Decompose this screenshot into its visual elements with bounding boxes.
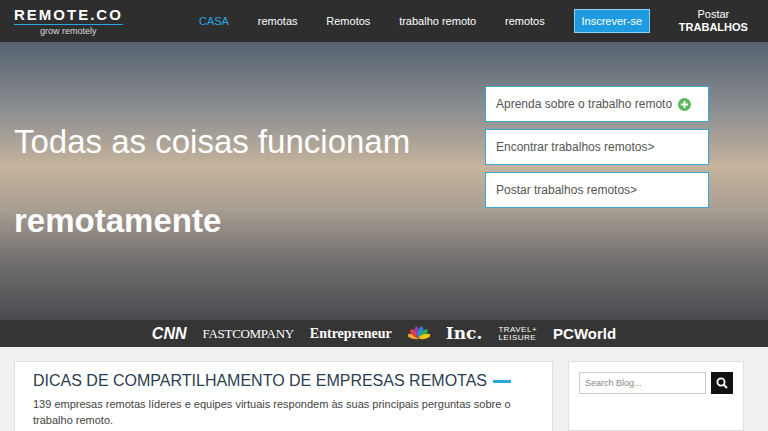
signup-button[interactable]: Inscrever-se [574,9,651,33]
headline-line: Todas as coisas funcionam [14,122,410,162]
page: REMOTE.CO grow remotely CASA remotas Remot… [0,0,768,431]
plus-icon [678,98,691,111]
nav-item[interactable]: CASA [199,15,229,27]
press-logo: FASTCOMPANY [203,327,294,340]
nbc-peacock-icon [408,325,430,343]
main-nav: CASA remotas Remotos trabalho remoto remotos… [199,8,748,34]
nav-item[interactable]: trabalho remoto [399,15,476,27]
nav-item[interactable]: Remotos [326,15,370,27]
hero: Todas as coisas funcionam remotamente Ap… [0,42,768,320]
search-button[interactable] [711,372,733,394]
press-logo: Entrepreneur [310,327,392,341]
headline-line: remotamente [14,201,410,241]
press-logo: TRAVEL+LEISURE [498,326,537,342]
sidebar-card [568,361,744,431]
top-bar: REMOTE.CO grow remotely CASA remotas Remot… [0,0,768,42]
hero-action-button[interactable]: Postar trabalhos remotos> [485,172,709,208]
press-bar: CNN FASTCOMPANY Entrepreneur Inc. TRAVEL+LEI… [0,320,768,347]
logo-tagline: grow remotely [40,26,97,36]
hero-action-button[interactable]: Encontrar trabalhos remotos> [485,129,709,165]
magnifier-icon [716,377,728,389]
press-logo: Inc. [446,325,483,342]
press-logo: CNN [152,326,187,342]
blog-title: DICAS DE COMPARTILHAMENTO DE EMPRESAS RE… [33,372,534,390]
hero-headline: Todas as coisas funcionam remotamente [0,42,410,320]
logo[interactable]: REMOTE.CO grow remotely [14,6,199,36]
nav-item[interactable]: remotas [258,15,298,27]
post-jobs-link[interactable]: Postar TRABALHOS [679,8,748,34]
title-dash [493,380,511,383]
content-area: DICAS DE COMPARTILHAMENTO DE EMPRESAS RE… [0,347,768,431]
blog-card: DICAS DE COMPARTILHAMENTO DE EMPRESAS RE… [14,361,553,431]
logo-name: REMOTE.CO [14,6,123,25]
nav-item[interactable]: remotos [505,15,545,27]
blog-subtitle: 139 empresas remotas líderes e equipes v… [33,396,534,428]
press-logo: PCWorld [553,326,616,341]
search-input[interactable] [579,372,706,394]
hero-actions: Aprenda sobre o trabalho remoto Encontra… [485,86,709,320]
hero-action-button[interactable]: Aprenda sobre o trabalho remoto [485,86,709,122]
search-form [579,372,733,394]
